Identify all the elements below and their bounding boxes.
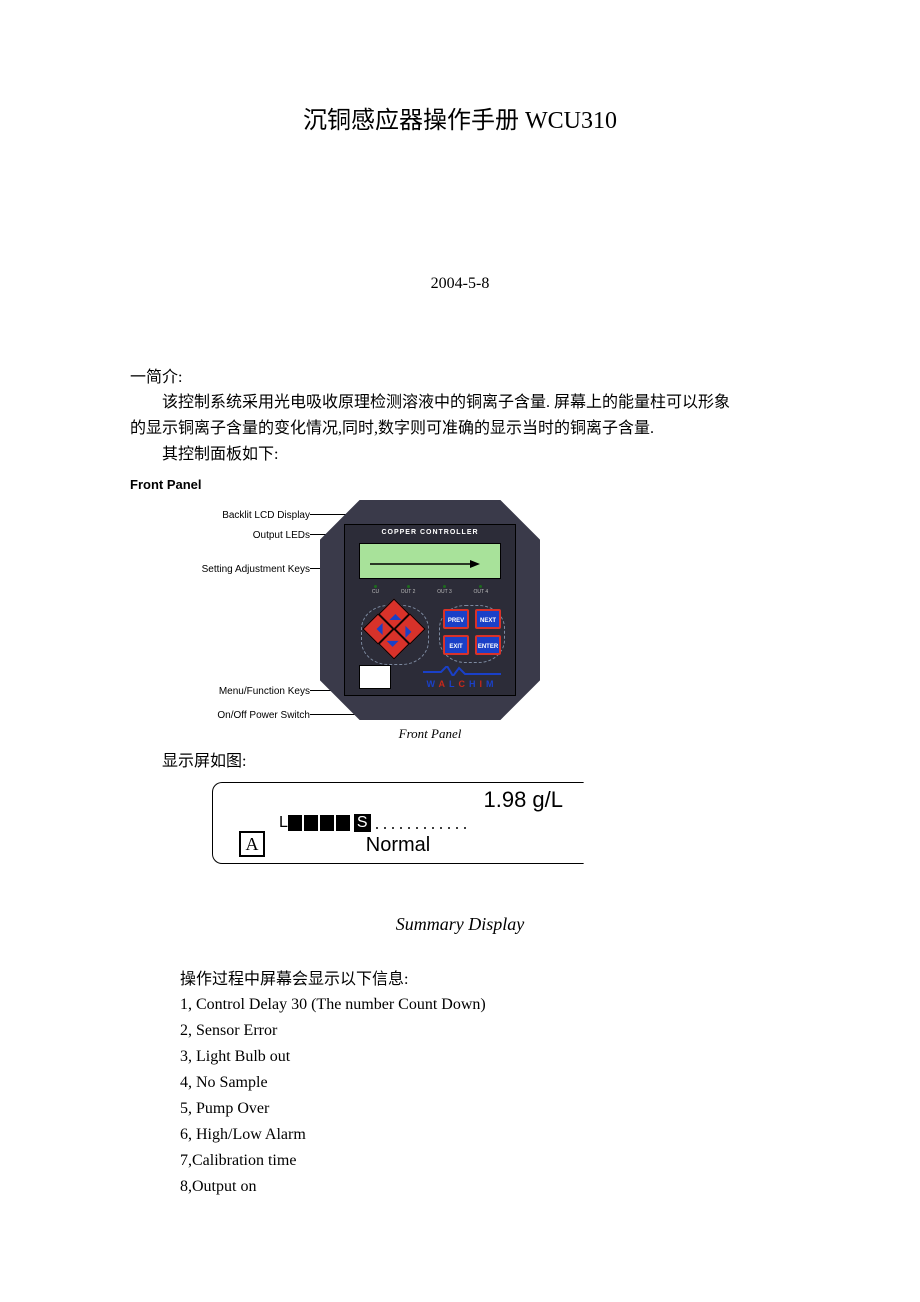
display-status: Normal — [213, 834, 583, 857]
label-lcd: Backlit LCD Display — [222, 510, 310, 521]
exit-button[interactable]: EXIT — [443, 635, 469, 655]
summary-display-figure: 1.98 g/L L S A Normal — [212, 782, 584, 864]
display-value: 1.98 g/L — [483, 787, 563, 813]
intro-text-1: 该控制系统采用光电吸收原理检测溶液中的铜离子含量. 屏幕上的能量柱可以形象 — [130, 391, 790, 415]
label-leds: Output LEDs — [253, 530, 310, 541]
label-switch: On/Off Power Switch — [217, 710, 310, 721]
front-panel-figure: Backlit LCD Display Output LEDs Setting … — [130, 500, 650, 750]
intro-text-3: 其控制面板如下: — [130, 443, 790, 467]
led-cu: CU — [372, 585, 379, 595]
intro-heading: 一简介: — [130, 363, 790, 387]
lcd-arrow-icon — [360, 544, 500, 578]
front-panel-heading: Front Panel — [130, 477, 790, 492]
led-out2: OUT 2 — [401, 585, 416, 595]
list-item: 5, Pump Over — [180, 1097, 790, 1121]
list-item: 4, No Sample — [180, 1071, 790, 1095]
list-item: 3, Light Bulb out — [180, 1045, 790, 1069]
led-out3: OUT 3 — [437, 585, 452, 595]
bar-set-marker: S — [354, 814, 371, 832]
list-item: 1, Control Delay 30 (The number Count Do… — [180, 993, 790, 1017]
messages-intro: 操作过程中屏幕会显示以下信息: — [180, 965, 790, 989]
front-panel-caption: Front Panel — [320, 726, 540, 742]
prev-button[interactable]: PREV — [443, 609, 469, 629]
summary-display-caption: Summary Display — [130, 914, 790, 935]
enter-button[interactable]: ENTER — [475, 635, 501, 655]
panel-title: COPPER CONTROLLER — [345, 529, 515, 536]
label-menu: Menu/Function Keys — [219, 686, 310, 697]
list-item: 7,Calibration time — [180, 1149, 790, 1173]
panel-inner: COPPER CONTROLLER CU OUT 2 OUT 3 OUT 4 — [344, 524, 516, 696]
power-switch[interactable] — [359, 665, 391, 689]
output-leds: CU OUT 2 OUT 3 OUT 4 — [361, 583, 499, 597]
list-item: 6, High/Low Alarm — [180, 1123, 790, 1147]
controller-panel: COPPER CONTROLLER CU OUT 2 OUT 3 OUT 4 — [320, 500, 540, 720]
document-date: 2004-5-8 — [130, 275, 790, 293]
intro-text-2: 的显示铜离子含量的变化情况,同时,数字则可准确的显示当时的铜离子含量. — [130, 417, 790, 441]
arrow-keys-cluster — [355, 603, 433, 665]
display-intro: 显示屏如图: — [130, 750, 790, 774]
brand-wave-icon — [423, 663, 501, 673]
menu-keys-cluster: PREV NEXT EXIT ENTER — [439, 605, 505, 663]
document-page: 沉铜感应器操作手册 WCU310 2004-5-8 一简介: 该控制系统采用光电… — [0, 0, 920, 1261]
list-item: 8,Output on — [180, 1175, 790, 1199]
page-title: 沉铜感应器操作手册 WCU310 — [130, 100, 790, 135]
label-arrows: Setting Adjustment Keys — [202, 564, 310, 575]
brand-label: WALCHIM — [423, 679, 501, 689]
display-bargraph: L S — [279, 813, 469, 831]
led-out4: OUT 4 — [473, 585, 488, 595]
list-item: 2, Sensor Error — [180, 1019, 790, 1043]
messages-list: 1, Control Delay 30 (The number Count Do… — [180, 993, 790, 1199]
lcd-display — [359, 543, 501, 579]
bar-low-marker: L — [279, 814, 288, 832]
next-button[interactable]: NEXT — [475, 609, 501, 629]
